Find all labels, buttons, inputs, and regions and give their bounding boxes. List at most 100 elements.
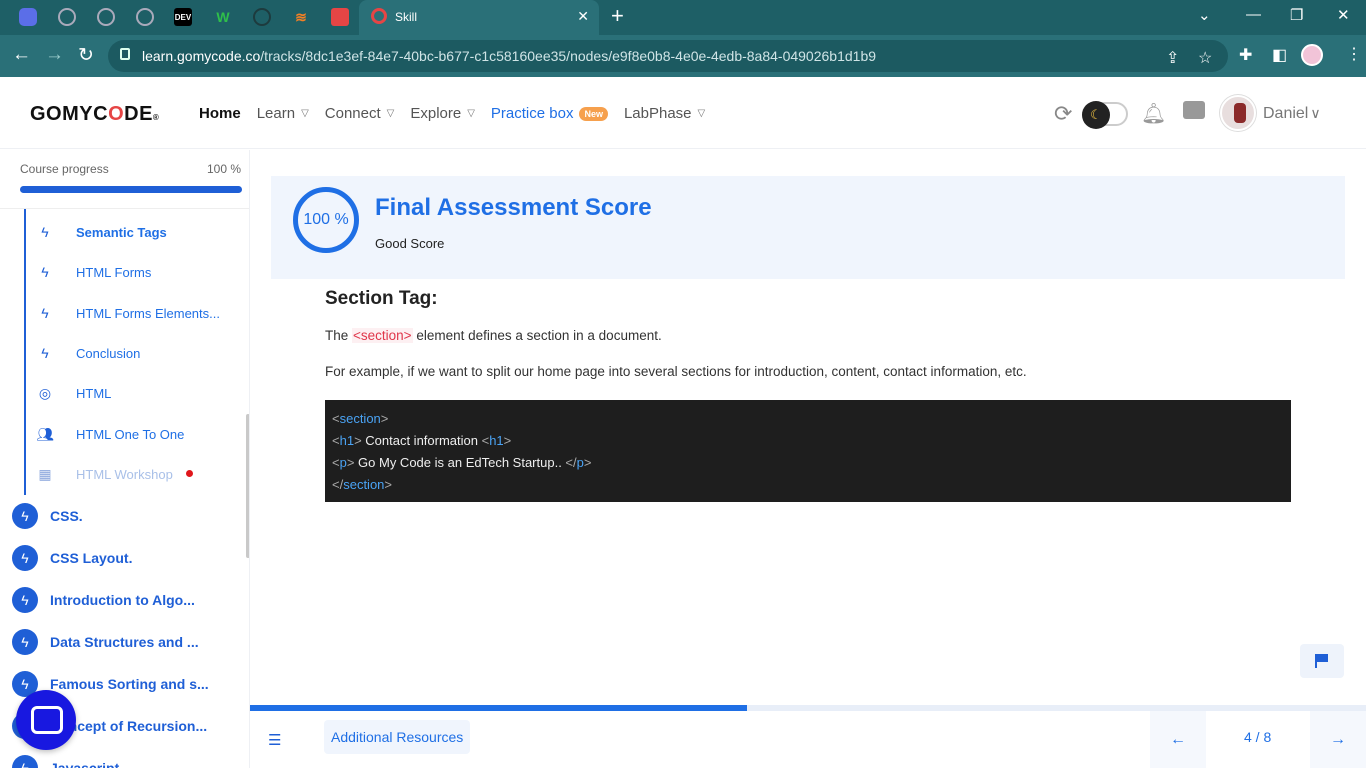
- message-icon[interactable]: [1183, 101, 1205, 119]
- w-icon-label: W: [216, 9, 230, 25]
- module-data-structures[interactable]: ϟ Data Structures and ...: [12, 629, 199, 655]
- sidebar-item-label: HTML Forms: [76, 264, 152, 280]
- sidepanel-icon[interactable]: ◧: [1272, 45, 1287, 65]
- table-of-contents-icon[interactable]: ☰: [268, 731, 281, 749]
- gomycode-logo[interactable]: GOMYCODE®: [30, 103, 159, 126]
- module-label: CSS.: [50, 508, 83, 524]
- github-icon[interactable]: [253, 8, 271, 26]
- w-icon[interactable]: W: [214, 8, 232, 26]
- module-label: Javascript: [50, 760, 120, 768]
- forward-icon[interactable]: →: [45, 44, 64, 66]
- url-input[interactable]: learn.gomycode.co/tracks/8dc1e3ef-84e7-4…: [108, 40, 1228, 72]
- code-token: Contact information: [361, 433, 482, 448]
- module-intro-algo[interactable]: ϟ Introduction to Algo...: [12, 587, 195, 613]
- back-icon[interactable]: ←: [12, 44, 31, 66]
- additional-resources-label: Additional Resources: [331, 729, 464, 745]
- menu-icon[interactable]: ⋮: [1346, 44, 1362, 64]
- module-label: Famous Sorting and s...: [50, 676, 209, 692]
- sidebar-item-html-workshop[interactable]: ▦ HTML Workshop: [36, 462, 193, 486]
- new-tab-button[interactable]: +: [611, 5, 624, 27]
- tab-search-icon[interactable]: ⌄: [1198, 6, 1211, 24]
- notification-dot: [186, 470, 193, 477]
- chevron-down-icon: ▽: [301, 108, 309, 119]
- module-label: Introduction to Algo...: [50, 592, 195, 608]
- code-token: >: [384, 477, 393, 492]
- next-button[interactable]: →: [1310, 711, 1366, 768]
- gomycode-icon[interactable]: [331, 8, 349, 26]
- code-line: </section>: [332, 474, 1284, 496]
- refresh-icon[interactable]: ⟳: [1054, 101, 1072, 127]
- code-token: p: [576, 455, 584, 470]
- lesson-content: Section Tag: The <section> element defin…: [325, 286, 1291, 502]
- text: The: [325, 328, 353, 343]
- nav-home-label: Home: [199, 105, 241, 122]
- sidebar-item-conclusion[interactable]: ϟ Conclusion: [36, 341, 140, 365]
- code-token: >: [583, 455, 592, 470]
- report-flag-button[interactable]: [1300, 644, 1344, 678]
- code-token: h1: [339, 433, 355, 448]
- globe-icon[interactable]: [97, 8, 115, 26]
- sidebar-scrollbar[interactable]: [246, 414, 249, 558]
- nav-explore[interactable]: Explore ▽: [410, 105, 475, 122]
- sidebar-item-html[interactable]: ◎ HTML: [36, 381, 112, 405]
- dark-mode-toggle[interactable]: ☾: [1082, 101, 1128, 129]
- chat-widget-button[interactable]: [16, 690, 76, 750]
- lesson-footer: ☰ Additional Resources ← 4 / 8 →: [250, 711, 1366, 768]
- window-close-icon[interactable]: ✕: [1337, 6, 1350, 24]
- module-javascript[interactable]: ϟ Javascript: [12, 755, 119, 768]
- chevron-down-icon: ▽: [386, 108, 395, 119]
- code-token: </: [565, 455, 577, 470]
- workshop-icon: ▦: [38, 465, 52, 482]
- star-icon[interactable]: ☆: [1198, 48, 1212, 68]
- stackoverflow-icon[interactable]: ≋: [292, 8, 310, 26]
- bolt-icon: ϟ: [41, 264, 49, 280]
- course-progress-bar: [20, 186, 242, 193]
- final-assessment-card: 100 % Final Assessment Score Good Score: [271, 176, 1345, 279]
- minimize-icon[interactable]: —: [1246, 6, 1261, 23]
- nav-practice-box[interactable]: Practice box New: [491, 105, 608, 122]
- module-css[interactable]: ϟ CSS.: [12, 503, 83, 529]
- module-css-layout[interactable]: ϟ CSS Layout.: [12, 545, 132, 571]
- globe-icon[interactable]: [136, 8, 154, 26]
- nav-labphase-label: LabPhase: [623, 105, 692, 122]
- score-title: Final Assessment Score: [375, 194, 652, 221]
- logo-o: O: [108, 103, 125, 125]
- sidebar-item-html-forms[interactable]: ϟ HTML Forms: [36, 260, 151, 284]
- bell-icon[interactable]: 🔔︎: [1141, 101, 1166, 126]
- restore-icon[interactable]: ❐: [1290, 6, 1303, 24]
- bolt-icon: ϟ: [12, 755, 38, 768]
- active-tab[interactable]: Skill ✕: [359, 0, 599, 35]
- sidebar-item-html-forms-elements[interactable]: ϟ HTML Forms Elements...: [36, 301, 220, 325]
- code-token: Go My Code is an EdTech Startup..: [354, 455, 566, 470]
- nav-labphase[interactable]: LabPhase ▽: [624, 105, 705, 122]
- logo-reg: ®: [152, 113, 160, 122]
- share-icon[interactable]: ⇪: [1166, 48, 1179, 68]
- close-icon[interactable]: ✕: [577, 8, 589, 25]
- app-icon[interactable]: [19, 8, 37, 26]
- nav-home[interactable]: Home: [199, 105, 241, 122]
- sidebar-item-semantic-tags[interactable]: ϟ Semantic Tags: [36, 220, 167, 244]
- module-label: CSS Layout.: [50, 550, 133, 566]
- avatar[interactable]: [1220, 95, 1256, 131]
- code-token: p: [339, 455, 347, 470]
- chevron-down-icon: ▽: [697, 108, 706, 119]
- sidebar-item-label: HTML: [76, 385, 112, 401]
- bolt-icon: ϟ: [41, 345, 49, 361]
- reload-icon[interactable]: ↻: [78, 44, 94, 67]
- active-tab-title: Skill: [395, 10, 418, 24]
- additional-resources-button[interactable]: Additional Resources: [324, 720, 471, 754]
- sidebar-item-html-one-to-one[interactable]: 👥︎ HTML One To One: [36, 422, 184, 446]
- code-line: <h1> Contact information <h1>: [332, 430, 1284, 452]
- user-menu[interactable]: Daniel ∨: [1263, 105, 1321, 123]
- extensions-icon[interactable]: ✚: [1239, 45, 1252, 65]
- bolt-icon: ϟ: [41, 305, 49, 321]
- nav-connect[interactable]: Connect ▽: [325, 105, 395, 122]
- browser-profile-avatar[interactable]: [1301, 44, 1323, 66]
- previous-button[interactable]: ←: [1150, 711, 1206, 768]
- code-token: >: [503, 433, 512, 448]
- url-domain: learn.gomycode.co: [142, 48, 261, 64]
- globe-icon[interactable]: [58, 8, 76, 26]
- dev-icon[interactable]: DEV: [174, 8, 192, 26]
- nav-learn[interactable]: Learn ▽: [257, 105, 309, 122]
- gomycode-tab-icon: [371, 8, 387, 24]
